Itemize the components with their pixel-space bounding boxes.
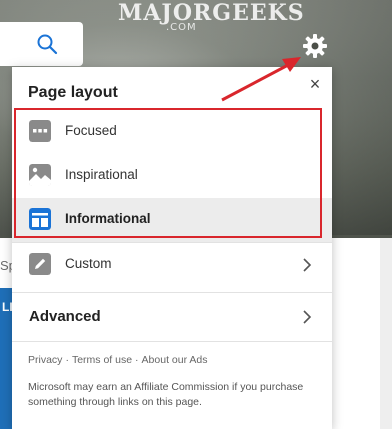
inspirational-layout-icon	[29, 164, 51, 186]
search-box[interactable]	[0, 22, 83, 66]
watermark-logo: MAJORGEEKS	[118, 0, 305, 26]
partial-text: Sp	[0, 258, 12, 273]
advanced-label: Advanced	[29, 308, 101, 325]
footer-links: Privacy · Terms of use · About our Ads	[28, 354, 208, 366]
affiliate-note: Microsoft may earn an Affiliate Commissi…	[28, 381, 304, 408]
close-icon[interactable]: ×	[306, 75, 324, 93]
layout-option-focused[interactable]: Focused	[12, 110, 332, 154]
layout-option-label: Custom	[65, 256, 112, 271]
scrollbar-track[interactable]	[380, 238, 392, 429]
privacy-link[interactable]: Privacy	[28, 354, 62, 366]
terms-of-use-link[interactable]: Terms of use	[72, 354, 132, 366]
chevron-right-icon	[303, 310, 312, 324]
watermark-sub: .COM	[166, 22, 197, 33]
layout-option-inspirational[interactable]: Inspirational	[12, 154, 332, 198]
gear-icon[interactable]	[302, 33, 328, 59]
footer-separator: ·	[135, 354, 139, 366]
layout-option-label: Informational	[65, 211, 151, 226]
footer-separator: ·	[65, 354, 69, 366]
layout-option-custom[interactable]: Custom	[12, 243, 332, 287]
chevron-right-icon	[303, 258, 312, 272]
divider	[12, 341, 332, 342]
layout-option-label: Focused	[65, 123, 117, 138]
layout-option-label: Inspirational	[65, 167, 138, 182]
layout-option-informational[interactable]: Informational	[12, 198, 332, 242]
pencil-icon	[29, 253, 51, 275]
page-layout-panel: × Page layout Focused Inspirational Info…	[12, 67, 332, 429]
search-icon[interactable]	[36, 33, 58, 55]
about-our-ads-link[interactable]: About our Ads	[142, 354, 208, 366]
focused-layout-icon	[29, 120, 51, 142]
panel-title: Page layout	[28, 84, 118, 101]
advanced-settings[interactable]: Advanced	[12, 293, 332, 341]
informational-layout-icon	[29, 208, 51, 230]
